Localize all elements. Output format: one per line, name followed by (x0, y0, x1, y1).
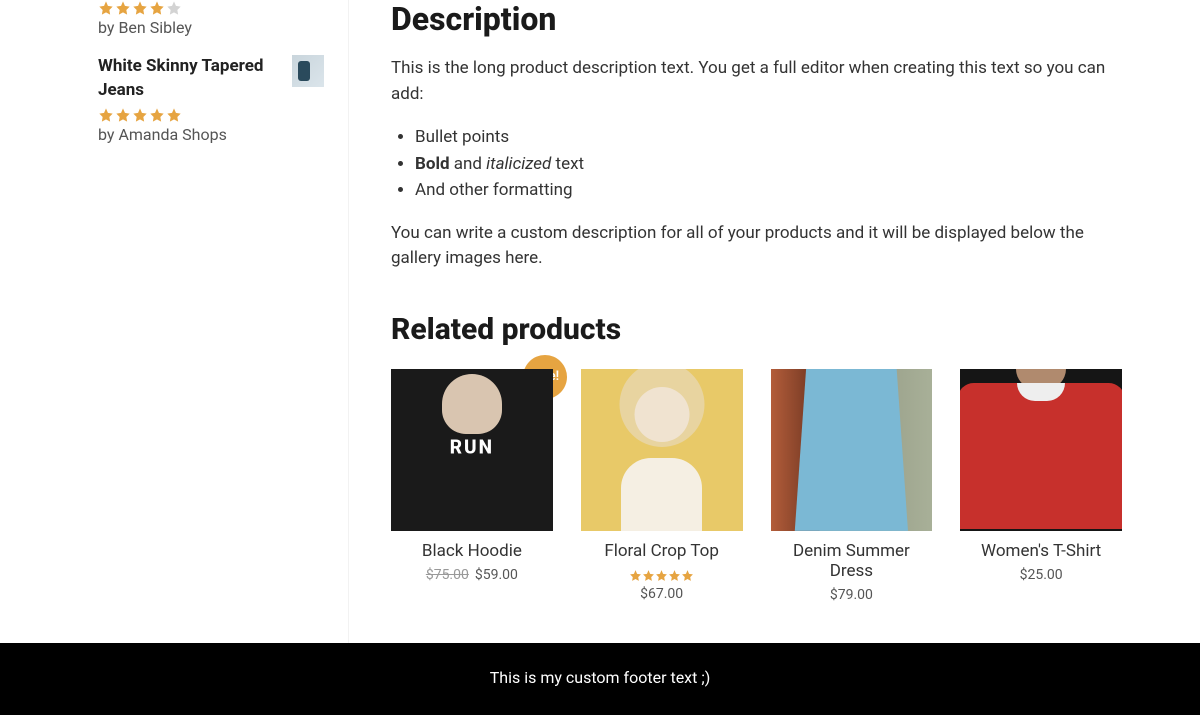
star-icon (132, 0, 148, 16)
product-name: Women's T-Shirt (960, 541, 1122, 561)
review-byline: by Ben Sibley (98, 18, 324, 37)
star-icon (681, 567, 694, 580)
star-rating (98, 107, 324, 123)
star-rating (98, 0, 324, 16)
bold-text: Bold (415, 154, 450, 174)
product-price: $67.00 (581, 586, 743, 602)
main-content: Description This is the long product des… (348, 0, 1200, 643)
star-icon (98, 107, 114, 123)
bullet-item: And other formatting (415, 178, 1122, 203)
star-icon (668, 567, 681, 580)
star-icon (132, 107, 148, 123)
product-name: Denim Summer Dress (771, 541, 933, 581)
related-products-heading: Related products (391, 312, 1122, 347)
product-name: Floral Crop Top (581, 541, 743, 561)
product-image (771, 369, 933, 531)
related-products-grid: Sale! Black Hoodie $75.00$59.00 Floral C… (391, 369, 1122, 603)
star-icon (166, 107, 182, 123)
text: text (551, 154, 584, 174)
star-icon (115, 0, 131, 16)
review-item: by Ben Sibley (98, 0, 324, 37)
footer-text: This is my custom footer text ;) (490, 668, 711, 687)
star-icon (98, 0, 114, 16)
product-image (960, 369, 1122, 531)
product-price: $79.00 (771, 587, 933, 603)
star-icon (149, 0, 165, 16)
star-rating (629, 567, 694, 580)
product-card[interactable]: Denim Summer Dress $79.00 (771, 369, 933, 603)
bullet-item: Bullet points (415, 125, 1122, 150)
product-price: $25.00 (960, 567, 1122, 583)
star-icon (115, 107, 131, 123)
review-item: White Skinny Tapered Jeans by Amanda Sho… (98, 55, 324, 144)
description-outro: You can write a custom description for a… (391, 221, 1122, 272)
description-intro: This is the long product description tex… (391, 56, 1122, 107)
product-card[interactable]: Floral Crop Top $67.00 (581, 369, 743, 603)
review-product-thumb[interactable] (292, 55, 324, 87)
product-image (581, 369, 743, 531)
star-icon (642, 567, 655, 580)
footer: This is my custom footer text ;) (0, 643, 1200, 715)
product-name: Black Hoodie (391, 541, 553, 561)
description-heading: Description (391, 0, 1122, 38)
text: and (450, 154, 487, 174)
review-byline: by Amanda Shops (98, 125, 324, 144)
price-current: $59.00 (475, 567, 518, 583)
star-icon (149, 107, 165, 123)
italic-text: italicized (486, 154, 551, 174)
star-icon (166, 0, 182, 16)
price-old: $75.00 (426, 567, 469, 583)
description-bullets: Bullet points Bold and italicized text A… (415, 125, 1122, 203)
product-card[interactable]: Women's T-Shirt $25.00 (960, 369, 1122, 603)
product-price: $75.00 $59.00 (391, 567, 553, 583)
bullet-item: Bold and italicized text (415, 152, 1122, 177)
review-product-link[interactable]: White Skinny Tapered Jeans (98, 55, 282, 103)
product-image (391, 369, 553, 531)
star-icon (629, 567, 642, 580)
star-icon (655, 567, 668, 580)
sidebar: by Ben Sibley White Skinny Tapered Jeans… (0, 0, 348, 643)
product-card[interactable]: Sale! Black Hoodie $75.00$59.00 (391, 369, 553, 603)
